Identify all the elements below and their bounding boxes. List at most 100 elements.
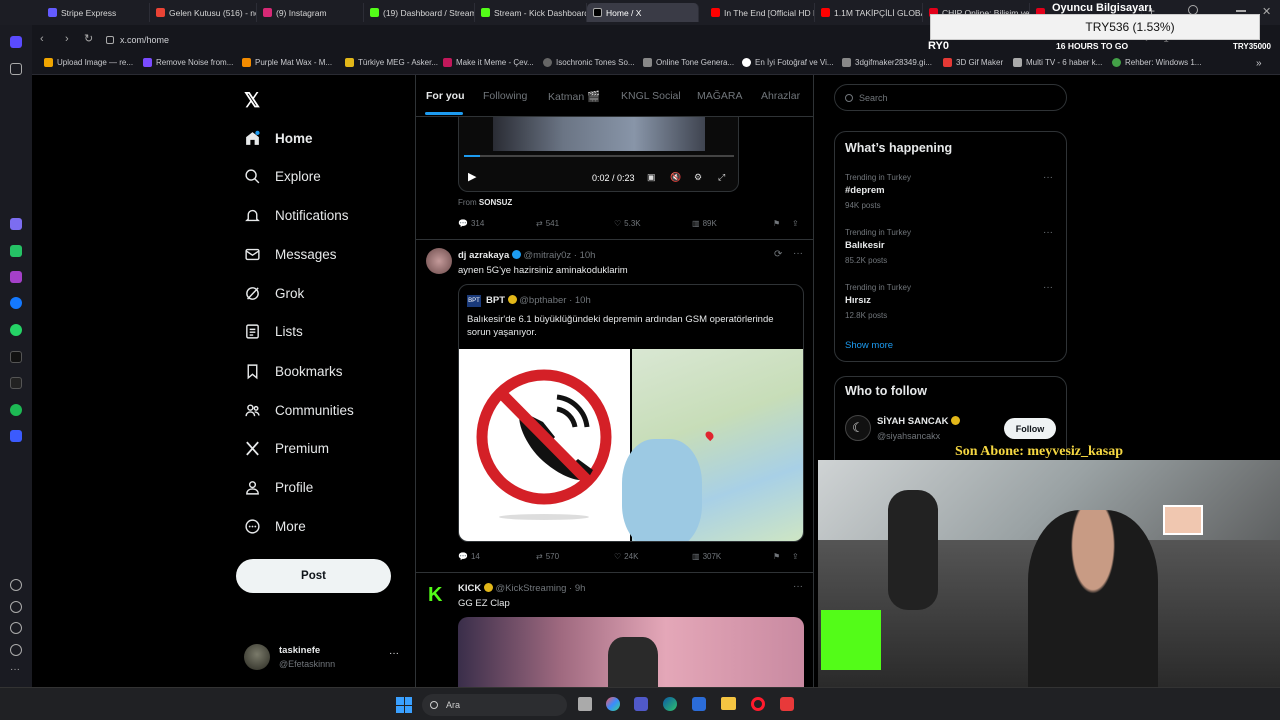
bookmark-item[interactable]: Isochronic Tones So... <box>543 58 635 67</box>
bookmark-item[interactable]: Rehber: Windows 1... <box>1112 58 1201 67</box>
map-image[interactable] <box>622 349 803 541</box>
trend-name[interactable]: Hırsız <box>845 295 871 306</box>
reply-action[interactable]: 💬 314 <box>458 219 484 228</box>
tab-katman[interactable]: Katman 🎬 <box>548 90 600 103</box>
start-icon[interactable] <box>396 697 412 713</box>
settings-icon[interactable] <box>10 622 22 634</box>
nav-more[interactable]: More <box>244 511 306 541</box>
avatar[interactable] <box>426 248 452 274</box>
tiktok-icon[interactable] <box>10 351 22 363</box>
more-icon[interactable]: ··· <box>10 665 22 677</box>
author-handle[interactable]: @mitraiy0z · 10h <box>524 250 596 261</box>
like-action[interactable]: ♡ 5.3K <box>614 219 641 228</box>
messenger-icon[interactable] <box>10 297 22 309</box>
opera-star-icon[interactable] <box>10 63 22 75</box>
captions-icon[interactable]: ▣ <box>647 172 656 183</box>
follow-suggestion-name[interactable]: SİYAH SANCAK <box>877 416 961 427</box>
tab-gmail[interactable]: Gelen Kutusu (516) - nor <box>150 3 257 22</box>
repost-action[interactable]: ⇄ 541 <box>536 219 559 228</box>
search-input[interactable]: Search <box>834 84 1067 111</box>
views-action[interactable]: ▥ 307K <box>692 552 721 561</box>
nav-premium[interactable]: Premium <box>244 433 329 463</box>
bookmark-item[interactable]: Online Tone Genera... <box>643 58 734 67</box>
tab-kick[interactable]: Stream - Kick Dashboard <box>475 3 587 22</box>
grok-icon[interactable]: ⟳ <box>774 249 782 260</box>
author-name[interactable]: dj azrakaya <box>458 250 509 261</box>
url-field[interactable]: x.com/home <box>100 31 920 49</box>
mute-icon[interactable]: 🔇 <box>670 172 681 183</box>
player-icon[interactable] <box>10 430 22 442</box>
chatgpt-icon[interactable] <box>10 245 22 257</box>
tab-for-you[interactable]: For you <box>426 90 465 102</box>
opera-icon[interactable] <box>751 697 765 711</box>
share-icon[interactable]: ⇪ <box>792 219 799 228</box>
whatsapp-icon[interactable] <box>10 324 22 336</box>
nav-explore[interactable]: Explore <box>244 161 321 191</box>
bookmark-item[interactable]: 3D Gif Maker <box>943 58 1003 67</box>
author-name[interactable]: KICK <box>458 583 481 594</box>
follow-button[interactable]: Follow <box>1004 418 1056 439</box>
nav-home[interactable]: Home <box>244 123 313 153</box>
from-name[interactable]: SONSUZ <box>479 198 512 207</box>
bookmark-item[interactable]: Upload Image — re... <box>44 58 133 67</box>
kick-logo-icon[interactable]: K <box>428 584 450 606</box>
bookmark-item[interactable]: Purple Mat Wax - M... <box>242 58 332 67</box>
more-dots-icon[interactable]: ··· <box>793 581 803 592</box>
bookmark-icon[interactable]: ⚑ <box>773 552 780 561</box>
wps-icon[interactable] <box>780 697 794 711</box>
show-more-link[interactable]: Show more <box>845 340 893 351</box>
more-dots-icon[interactable]: ··· <box>793 248 803 259</box>
bookmark-item[interactable]: Türkiye MEG - Asker... <box>345 58 438 67</box>
bookmark-item[interactable]: 3dgifmaker28349.gi... <box>842 58 932 67</box>
post-button[interactable]: Post <box>236 559 391 593</box>
bulb-icon[interactable] <box>10 644 22 656</box>
history-icon[interactable] <box>10 601 22 613</box>
tab-x-home[interactable]: Home / X <box>587 3 699 22</box>
account-switcher[interactable]: taskinefe @Efetaskinnn ··· <box>244 643 404 673</box>
trend-name[interactable]: #deprem <box>845 185 885 196</box>
like-action[interactable]: ♡ 24K <box>614 552 638 561</box>
play-icon[interactable]: ▶ <box>468 170 476 183</box>
tab-magara[interactable]: MAĞARA <box>697 90 743 102</box>
spotify-icon[interactable] <box>10 404 22 416</box>
post-media[interactable] <box>458 617 804 687</box>
bookmark-item[interactable]: Remove Noise from... <box>143 58 233 67</box>
trend-name[interactable]: Balıkesir <box>845 240 885 251</box>
opera-home-icon[interactable] <box>10 36 22 48</box>
reply-action[interactable]: 💬 14 <box>458 552 480 561</box>
bookmark-item[interactable]: En İyi Fotoğraf ve Vi... <box>742 58 834 67</box>
repost-action[interactable]: ⇄ 570 <box>536 552 559 561</box>
more-dots-icon[interactable]: ··· <box>1043 282 1053 293</box>
nav-bookmarks[interactable]: Bookmarks <box>244 356 343 386</box>
task-view-icon[interactable] <box>578 697 592 711</box>
tab-youtube-2[interactable]: 1.1M TAKİPÇİLİ GLOBAL <box>815 3 923 22</box>
views-action[interactable]: ▥ 89K <box>692 219 717 228</box>
reload-icon[interactable]: ↻ <box>84 32 93 45</box>
tab-kngl-social[interactable]: KNGL Social <box>621 90 681 102</box>
video-progress-track[interactable] <box>464 155 734 157</box>
back-icon[interactable]: ‹ <box>40 33 44 45</box>
tab-ahrazlar[interactable]: Ahrazlar <box>761 90 800 102</box>
video-player[interactable]: ▶ 0:02 / 0:23 ▣ 🔇 ⚙ ⤢ <box>458 117 739 192</box>
share-icon[interactable]: ⇪ <box>792 552 799 561</box>
nav-communities[interactable]: Communities <box>244 395 354 425</box>
more-dots-icon[interactable]: ··· <box>1043 172 1053 183</box>
heart-icon[interactable] <box>10 579 22 591</box>
nav-profile[interactable]: Profile <box>244 472 313 502</box>
site-info-icon[interactable] <box>106 36 114 44</box>
no-calls-image[interactable] <box>459 349 630 541</box>
copilot-icon[interactable] <box>606 697 620 711</box>
tab-stripe[interactable]: Stripe Express <box>42 3 150 22</box>
minimize-icon[interactable] <box>1236 10 1246 12</box>
quote-card[interactable]: BPT BPT @bpthaber · 10h Balıkesir'de 6.1… <box>458 284 804 542</box>
edge-icon[interactable] <box>663 697 677 711</box>
nav-grok[interactable]: Grok <box>244 278 304 308</box>
settings-icon[interactable]: ⚙ <box>694 172 702 183</box>
tab-youtube[interactable]: In The End [Official HD M <box>705 3 815 22</box>
more-dots-icon[interactable]: ··· <box>1043 227 1053 238</box>
sidebar-app-icon[interactable] <box>10 218 22 230</box>
x-logo-icon[interactable]: 𝕏 <box>244 88 260 113</box>
tab-instagram[interactable]: (9) Instagram <box>257 3 364 22</box>
store-icon[interactable] <box>692 697 706 711</box>
fullscreen-icon[interactable]: ⤢ <box>718 172 725 183</box>
